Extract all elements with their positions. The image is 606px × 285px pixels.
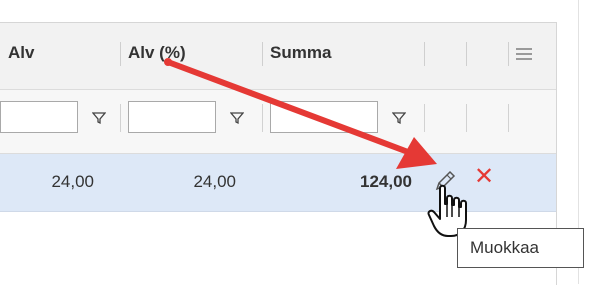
cell-alv-pct: 24,00 [193, 172, 236, 191]
filter-divider [120, 104, 121, 132]
filter-input-summa[interactable] [270, 101, 378, 133]
close-icon[interactable]: ✕ [474, 165, 494, 189]
filter-divider [424, 104, 425, 132]
column-header-summa[interactable]: Summa [270, 43, 331, 63]
column-resize-handle[interactable] [466, 42, 467, 66]
cell-alv: 24,00 [51, 172, 94, 191]
filter-divider [466, 104, 467, 132]
column-resize-handle[interactable] [120, 42, 121, 66]
filter-input-alv[interactable] [0, 101, 78, 133]
tooltip: Muokkaa [457, 228, 584, 268]
column-header-alv-pct[interactable]: Alv (%) [128, 43, 186, 63]
hamburger-menu-icon[interactable] [516, 48, 532, 62]
filter-divider [262, 104, 263, 132]
column-header-alv[interactable]: Alv [8, 43, 34, 63]
funnel-icon[interactable] [230, 111, 244, 125]
table-row[interactable]: 24,00 24,00 124,00 ✕ [0, 154, 556, 212]
grid-header-row: Alv Alv (%) Summa [0, 23, 556, 90]
funnel-icon[interactable] [92, 111, 106, 125]
funnel-icon[interactable] [392, 111, 406, 125]
column-resize-handle[interactable] [508, 42, 509, 66]
filter-divider [508, 104, 509, 132]
filter-row [0, 90, 556, 154]
column-resize-handle[interactable] [262, 42, 263, 66]
filter-input-alv-pct[interactable] [128, 101, 216, 133]
cell-summa: 124,00 [360, 172, 412, 191]
column-resize-handle[interactable] [424, 42, 425, 66]
